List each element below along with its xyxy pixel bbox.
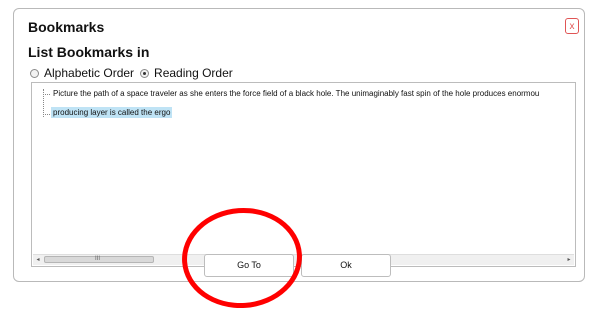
ok-button[interactable]: Ok xyxy=(301,254,391,277)
order-options: Alphabetic Order Reading Order xyxy=(30,66,239,80)
close-icon: x xyxy=(569,21,575,32)
alphabetic-order-label[interactable]: Alphabetic Order xyxy=(44,66,134,80)
tree-connector xyxy=(43,114,50,115)
scroll-thumb[interactable]: III xyxy=(44,256,154,263)
close-button[interactable]: x xyxy=(565,18,579,34)
dialog-title: Bookmarks xyxy=(28,19,105,35)
bookmark-item-selected[interactable]: producing layer is called the ergo xyxy=(51,107,173,118)
scroll-arrow-right-icon[interactable]: ▸ xyxy=(565,256,573,264)
radio-alphabetic-order[interactable] xyxy=(30,68,39,78)
tree-connector xyxy=(43,94,50,95)
reading-order-label[interactable]: Reading Order xyxy=(154,66,233,80)
bookmark-item[interactable]: Picture the path of a space traveler as … xyxy=(51,88,541,99)
scroll-grip: III xyxy=(95,256,101,262)
list-bookmarks-label: List Bookmarks in xyxy=(28,44,150,60)
bookmark-tree[interactable]: Picture the path of a space traveler as … xyxy=(31,82,576,267)
scroll-arrow-left-icon[interactable]: ◂ xyxy=(34,256,42,264)
screen: Bookmarks x List Bookmarks in Alphabetic… xyxy=(0,0,590,313)
radio-reading-order[interactable] xyxy=(140,68,150,78)
